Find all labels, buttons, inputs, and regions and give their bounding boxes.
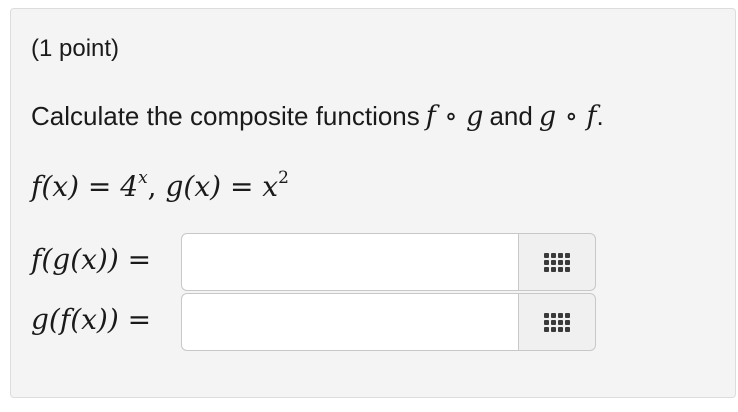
g-exponent: 2 [278, 168, 289, 188]
answer-label-g-of-f: g(f(x)) = [31, 303, 152, 336]
instruction-end: . [596, 101, 604, 131]
f-definition: f(x) = 4 [31, 170, 139, 203]
equation-editor-button-g-of-f[interactable] [518, 293, 596, 351]
points-label: (1 point) [31, 35, 120, 62]
grid-icon [544, 312, 570, 332]
answer-row-f-of-g: f(g(x)) = [31, 233, 606, 291]
composition-f-of-g: f ∘ g [425, 101, 484, 132]
problem-instruction: Calculate the composite functions f ∘ g an… [31, 103, 604, 130]
definition-separator: , [147, 170, 157, 203]
grid-icon [544, 252, 570, 272]
composition-g-of-f: g ∘ f [538, 101, 597, 132]
instruction-text: Calculate the composite functions [31, 101, 420, 131]
answer-label-f-of-g: f(g(x)) = [31, 243, 152, 276]
f-exponent: x [138, 168, 148, 188]
answer-input-g-of-f[interactable] [181, 293, 518, 351]
g-definition: g(x) = x [165, 170, 279, 203]
function-definitions: f(x) = 4x, g(x) = x2 [31, 170, 289, 203]
problem-panel: (1 point) Calculate the composite functi… [10, 8, 736, 398]
equation-editor-button-f-of-g[interactable] [518, 233, 596, 291]
instruction-joiner: and [489, 101, 533, 131]
answer-input-f-of-g[interactable] [181, 233, 518, 291]
answer-row-g-of-f: g(f(x)) = [31, 293, 606, 351]
